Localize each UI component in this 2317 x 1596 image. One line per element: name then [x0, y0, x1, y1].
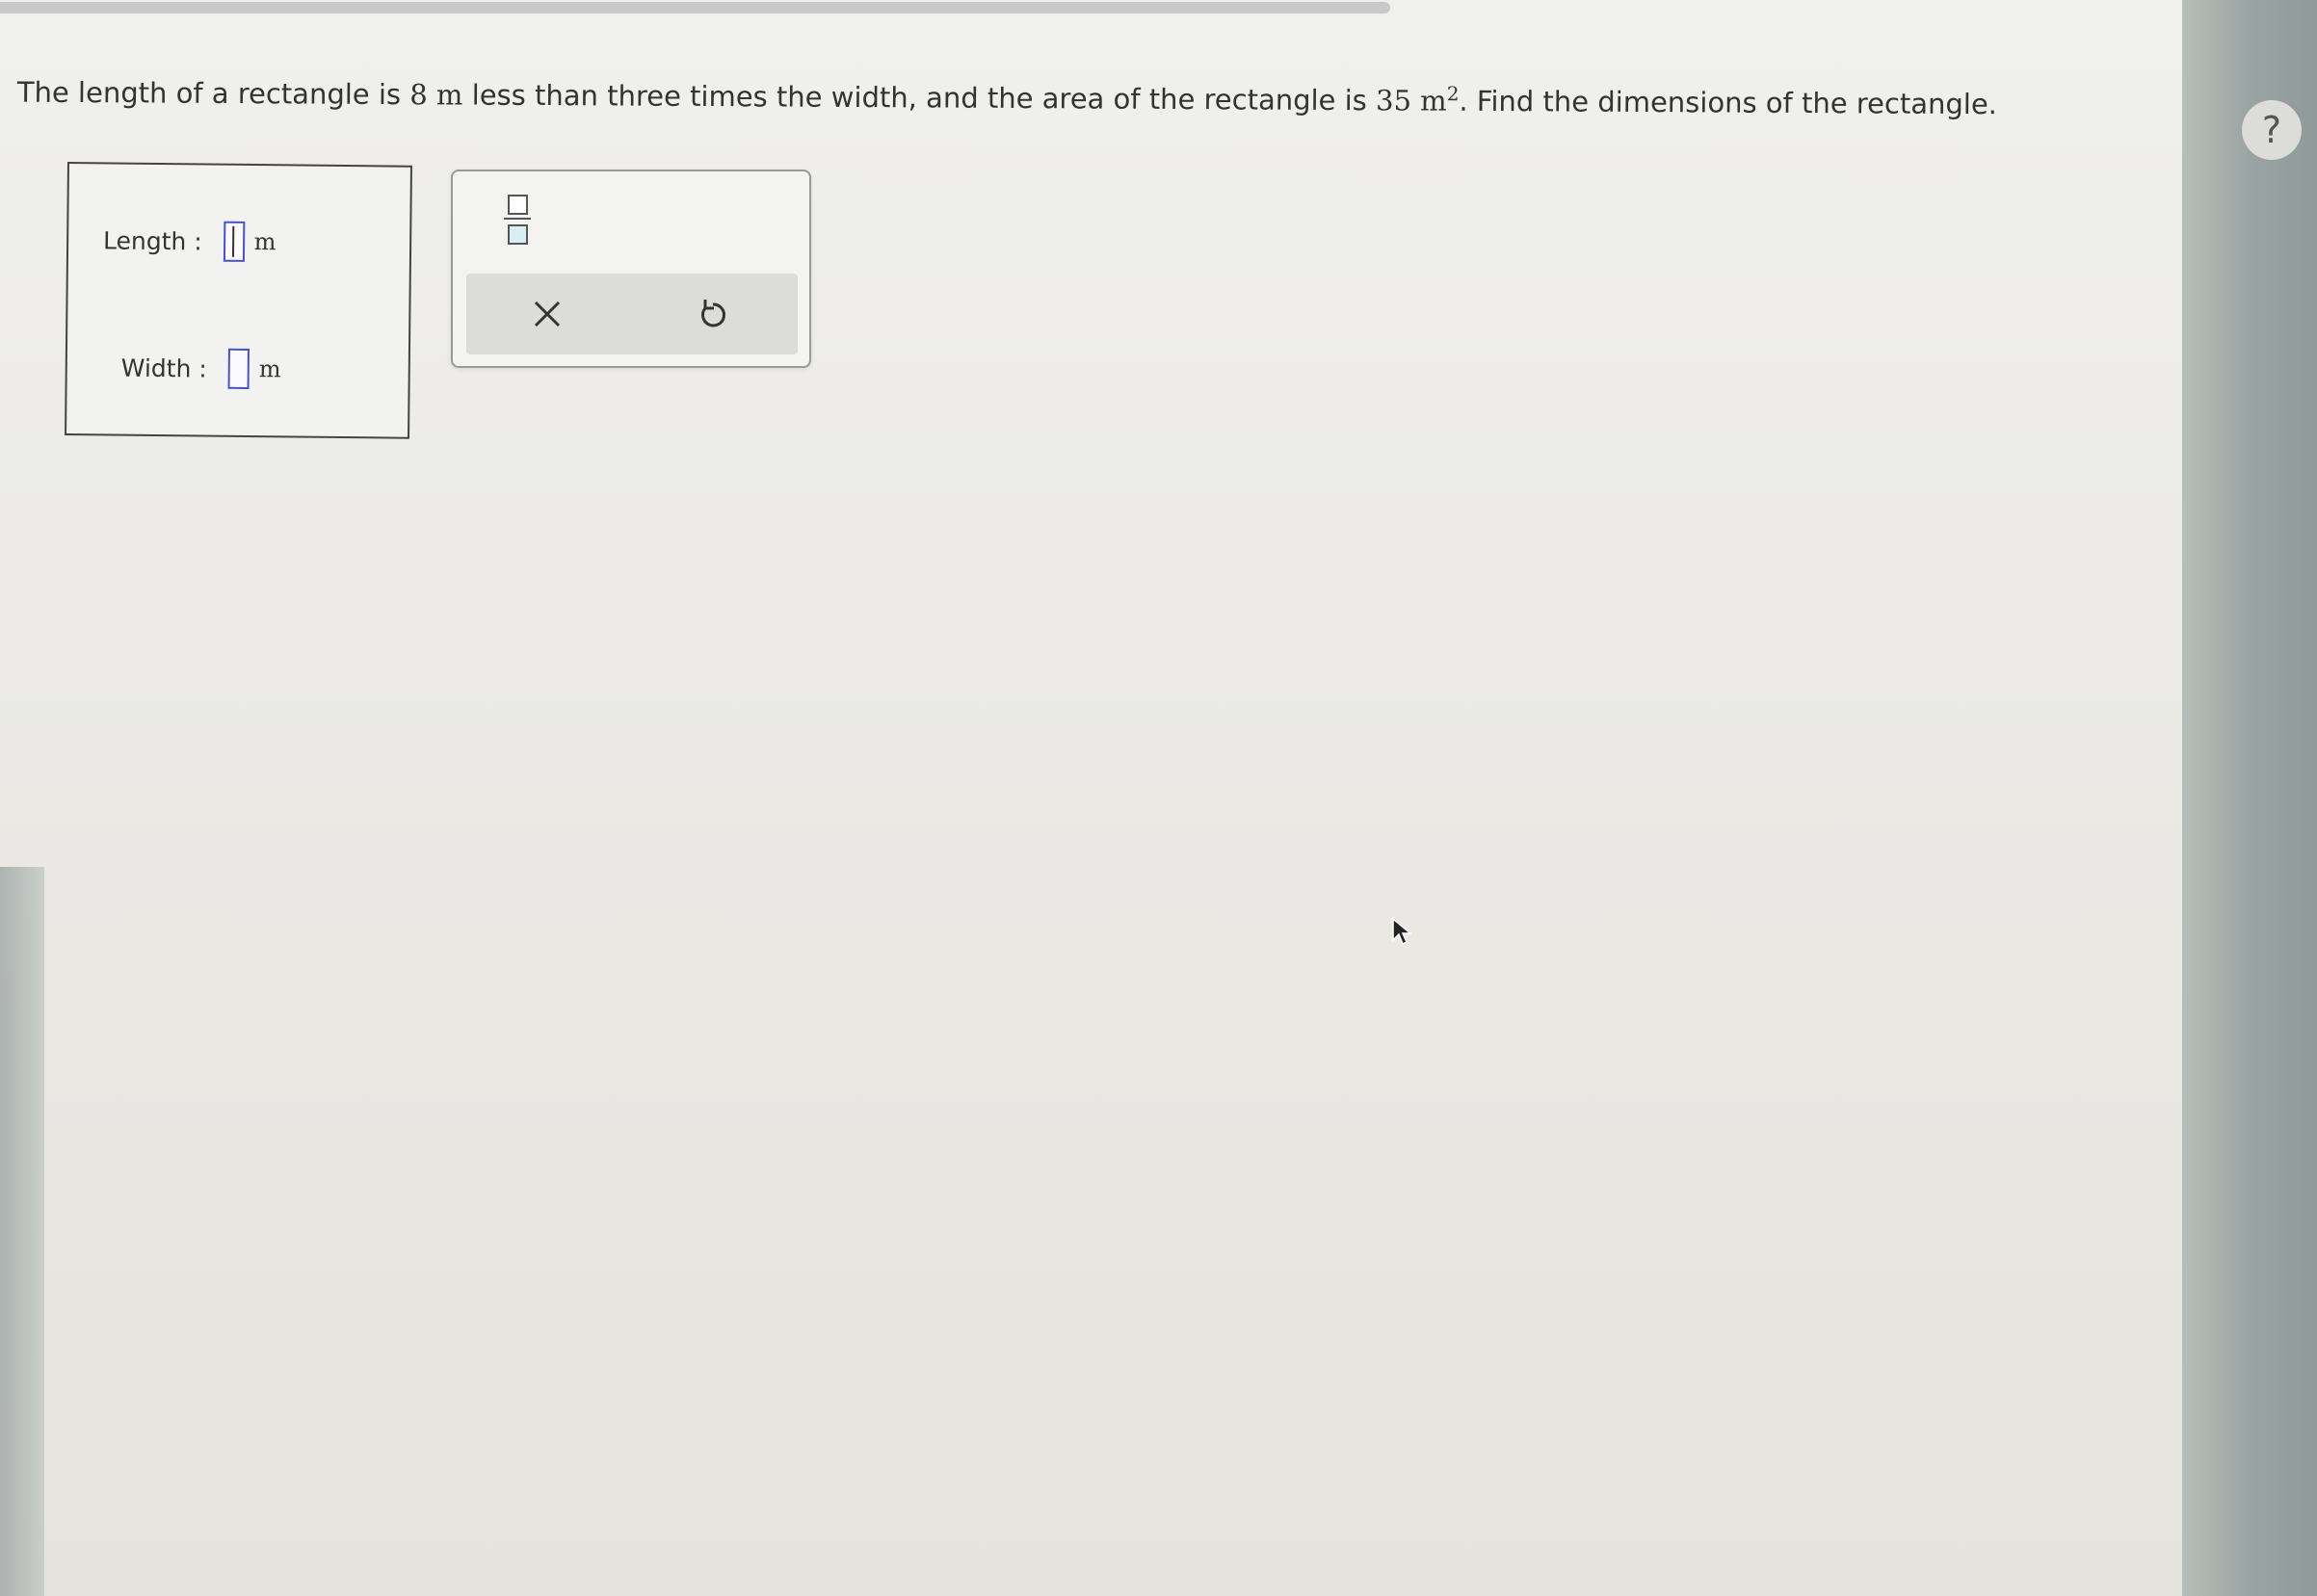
question-area-exponent: 2 — [1446, 82, 1460, 106]
undo-button[interactable] — [684, 289, 742, 339]
question-text-part: . Find the dimensions of the rectangle. — [1459, 84, 1998, 121]
question-area-value: 35 m — [1375, 84, 1447, 118]
close-x-icon — [534, 301, 561, 327]
fraction-template-icon[interactable] — [501, 191, 534, 247]
progress-bar-fill — [0, 2, 1390, 13]
toolbox-action-bar — [466, 274, 798, 354]
length-input[interactable] — [223, 221, 245, 262]
progress-bar — [0, 2, 2317, 21]
fraction-denominator-box — [508, 224, 528, 245]
length-unit: m — [253, 228, 276, 256]
length-label: Length : — [102, 225, 202, 255]
width-row: Width : m — [121, 348, 281, 390]
question-length-difference: 8 m — [409, 78, 463, 112]
math-toolbox — [451, 170, 811, 368]
answer-panel: Length : m Width : m — [65, 162, 412, 439]
help-button[interactable]: ? — [2242, 100, 2302, 160]
question-text-part: less than three times the width, and the… — [462, 78, 1377, 118]
question-text-part: The length of a rectangle is — [16, 75, 410, 112]
undo-icon — [701, 300, 725, 327]
monitor-bezel-right — [2182, 0, 2317, 1596]
monitor-bezel-left — [0, 867, 44, 1596]
clear-button[interactable] — [518, 289, 576, 339]
fraction-bar — [504, 218, 531, 220]
width-label: Width : — [120, 353, 207, 383]
mouse-cursor-icon — [1392, 917, 1412, 946]
length-row: Length : m — [103, 220, 276, 262]
fraction-numerator-box — [508, 195, 528, 215]
width-unit: m — [258, 355, 281, 383]
width-input[interactable] — [227, 348, 250, 389]
